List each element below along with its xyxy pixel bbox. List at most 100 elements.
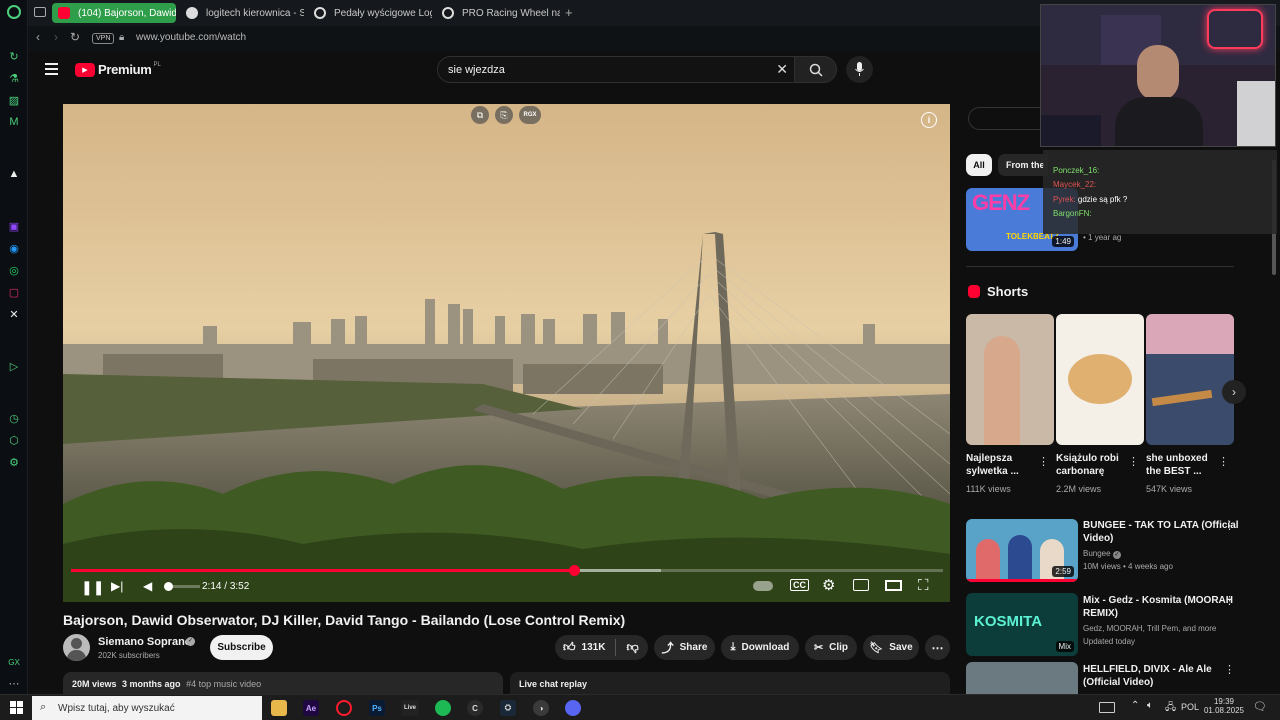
hashtag-link[interactable]: #4 top music video bbox=[186, 679, 261, 689]
volume-slider[interactable] bbox=[163, 582, 200, 591]
player-icon[interactable]: ▷ bbox=[7, 359, 21, 373]
fullscreen-icon[interactable]: ⛶ bbox=[918, 577, 929, 594]
short-thumbnail[interactable] bbox=[1146, 314, 1234, 445]
refresh-sidebar-icon[interactable]: ↻ bbox=[7, 49, 21, 63]
more-actions-button[interactable]: ⋯ bbox=[925, 635, 950, 660]
menu-icon[interactable] bbox=[45, 63, 58, 75]
discord-icon[interactable] bbox=[565, 700, 581, 716]
steam-icon[interactable]: ⛭ bbox=[500, 700, 516, 716]
like-icon[interactable]: 👍︎ bbox=[563, 640, 576, 655]
start-button[interactable] bbox=[10, 701, 23, 714]
photoshop-icon[interactable]: Ps bbox=[369, 700, 385, 716]
url-field[interactable]: www.youtube.com/watch bbox=[136, 32, 246, 43]
x-icon[interactable]: ✕ bbox=[7, 307, 21, 321]
language-indicator[interactable]: POL bbox=[1181, 702, 1199, 712]
video-title[interactable]: BUNGEE - TAK TO LATA (Official Video) bbox=[1083, 519, 1239, 545]
search-input[interactable]: sie wjezdza ✕ bbox=[437, 56, 795, 83]
tab-google[interactable]: logitech kierownica - Szu bbox=[180, 3, 304, 23]
ai-icon[interactable]: ⚗ bbox=[7, 71, 21, 85]
short-title[interactable]: Książulo robi carbonarę bbox=[1056, 452, 1119, 478]
captions-button[interactable]: CC bbox=[790, 579, 809, 591]
messenger-icon[interactable]: ◉ bbox=[7, 241, 21, 255]
twitch-icon[interactable]: ▣ bbox=[7, 219, 21, 233]
whatsapp-icon[interactable]: ◎ bbox=[7, 263, 21, 277]
short-title[interactable]: Najlepsza sylwetka ... bbox=[966, 452, 1019, 478]
app-icon[interactable]: ◑ bbox=[533, 700, 549, 716]
live-chat-replay[interactable]: Live chat replay bbox=[510, 672, 950, 696]
short-more-icon[interactable]: ⋮ bbox=[1038, 455, 1049, 468]
video-more-icon[interactable]: ⋮ bbox=[1224, 519, 1235, 532]
video-thumbnail[interactable]: 2:59 bbox=[966, 519, 1078, 582]
reload-icon[interactable]: ↻ bbox=[70, 30, 80, 44]
speed-icon[interactable]: ▨ bbox=[7, 93, 21, 107]
sidebar-search-box[interactable] bbox=[968, 107, 1048, 130]
tab-logitech-wheel[interactable]: PRO Racing Wheel na Pla bbox=[436, 3, 560, 23]
network-icon[interactable]: 🖧︎ bbox=[1165, 700, 1176, 717]
youtube-logo[interactable]: ▶ Premium PL bbox=[75, 62, 161, 77]
shorts-next-icon[interactable]: › bbox=[1222, 380, 1246, 404]
forward-icon[interactable]: › bbox=[54, 30, 58, 44]
progress-bar[interactable] bbox=[71, 565, 943, 576]
volume-knob[interactable] bbox=[163, 582, 173, 591]
rgx-overlay-badge[interactable]: RGX bbox=[519, 106, 541, 124]
new-tab-button[interactable]: + bbox=[565, 5, 573, 20]
info-icon[interactable]: i bbox=[921, 112, 937, 128]
description-box[interactable]: 20M views 3 months ago #4 top music vide… bbox=[63, 672, 503, 696]
video-thumbnail[interactable] bbox=[966, 662, 1078, 694]
video-more-icon[interactable]: ⋮ bbox=[1224, 663, 1235, 676]
tab-youtube[interactable]: (104) Bajorson, Dawid bbox=[52, 3, 176, 23]
back-icon[interactable]: ‹ bbox=[36, 30, 40, 44]
copy-overlay-icon[interactable]: ⧉ bbox=[471, 106, 489, 124]
history-icon[interactable]: ◷ bbox=[7, 411, 21, 425]
video-player[interactable]: ⧉ ⎘ RGX i ❚❚ ▶| ◀ 2:14 / 3:52 CC ⚙ ⛶ bbox=[63, 104, 950, 602]
voice-search-button[interactable] bbox=[846, 56, 873, 83]
live-app-icon[interactable]: Live bbox=[401, 700, 419, 716]
video-more-icon[interactable]: ⋮ bbox=[1224, 594, 1235, 607]
ccleaner-icon[interactable]: C bbox=[467, 700, 483, 716]
short-more-icon[interactable]: ⋮ bbox=[1218, 455, 1229, 468]
speaker-icon[interactable]: 🔈︎ bbox=[1147, 700, 1153, 711]
video-title[interactable]: Mix - Gedz - Kosmita (MOORAH REMIX) bbox=[1083, 594, 1233, 620]
volume-icon[interactable]: ◀ bbox=[143, 579, 152, 593]
clear-search-icon[interactable]: ✕ bbox=[776, 61, 788, 78]
taskbar-search-input[interactable]: ⌕ Wpisz tutaj, aby wyszukać bbox=[32, 696, 262, 720]
settings-icon[interactable]: ⚙ bbox=[7, 455, 21, 469]
download-button[interactable]: ⤓ Download bbox=[721, 635, 799, 660]
channel-avatar[interactable] bbox=[63, 634, 90, 661]
video-channel[interactable]: Bungee ✓ bbox=[1083, 548, 1121, 559]
instagram-icon[interactable]: ▢ bbox=[7, 285, 21, 299]
keyboard-icon[interactable] bbox=[1099, 702, 1115, 713]
subscribe-button[interactable]: Subscribe bbox=[210, 635, 273, 660]
after-effects-icon[interactable]: Ae bbox=[303, 700, 319, 716]
mix-thumbnail[interactable]: KOSMITA Mix bbox=[966, 593, 1078, 656]
video-channel[interactable]: Gedz, MOORAH, Trill Pem, and more bbox=[1083, 623, 1216, 634]
channel-name[interactable]: Siemano Soprano bbox=[98, 636, 192, 648]
next-button[interactable]: ▶| bbox=[111, 579, 123, 593]
short-title[interactable]: she unboxed the BEST ... bbox=[1146, 452, 1208, 478]
snapshot-overlay-icon[interactable]: ⎘ bbox=[495, 106, 513, 124]
autoplay-toggle[interactable] bbox=[753, 581, 773, 591]
search-button[interactable] bbox=[794, 56, 837, 83]
more-icon[interactable]: ⋯ bbox=[7, 676, 21, 690]
opera-logo-icon[interactable] bbox=[7, 5, 21, 19]
aria-icon[interactable]: ▲ bbox=[7, 167, 21, 181]
short-more-icon[interactable]: ⋮ bbox=[1128, 455, 1139, 468]
short-thumbnail[interactable] bbox=[1056, 314, 1144, 445]
miniplayer-icon[interactable] bbox=[853, 579, 869, 591]
notification-icon[interactable]: 🗨︎ bbox=[1253, 700, 1267, 713]
workspaces-icon[interactable] bbox=[34, 7, 46, 17]
vpn-badge[interactable]: VPN bbox=[92, 33, 115, 44]
short-thumbnail[interactable] bbox=[966, 314, 1054, 445]
dislike-icon[interactable]: 👎︎ bbox=[626, 640, 638, 655]
pause-button[interactable]: ❚❚ bbox=[81, 579, 104, 596]
save-button[interactable]: 🔖︎ Save bbox=[863, 635, 919, 660]
like-count[interactable]: 131K bbox=[582, 642, 606, 653]
theater-mode-icon[interactable] bbox=[885, 580, 902, 591]
m-app-icon[interactable]: M bbox=[7, 115, 21, 129]
clock[interactable]: 19:39 01.08.2025 bbox=[1203, 697, 1245, 715]
gx-icon[interactable]: GX bbox=[7, 655, 21, 669]
file-explorer-icon[interactable] bbox=[271, 700, 287, 716]
chip-all[interactable]: All bbox=[966, 154, 992, 176]
tab-logitech-pedals[interactable]: Pedały wyścigowe Logite bbox=[308, 3, 432, 23]
video-title[interactable]: HELLFIELD, DIVIX - Ale Ale (Official Vide… bbox=[1083, 663, 1212, 689]
